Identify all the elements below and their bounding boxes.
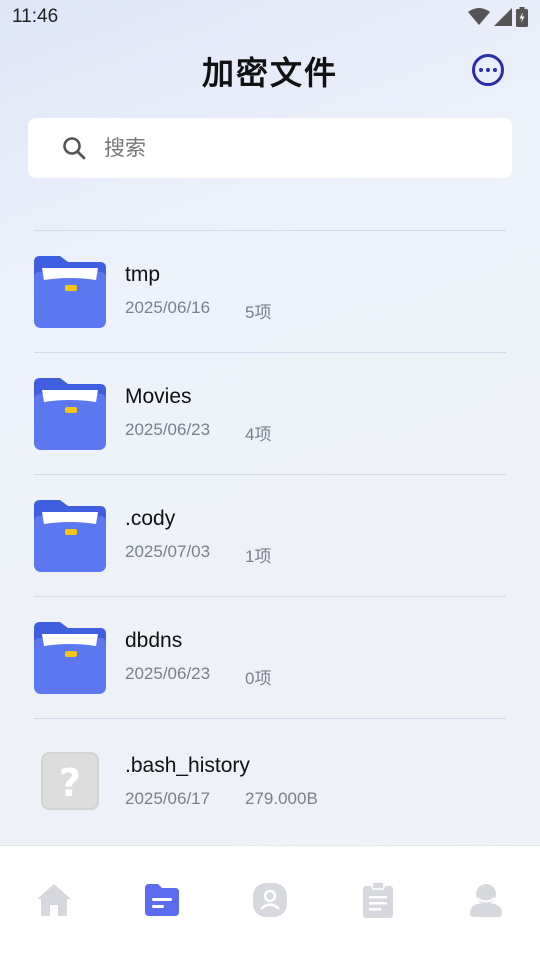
file-name: dbdns	[125, 629, 183, 652]
file-name: tmp	[125, 263, 161, 286]
home-icon	[37, 884, 71, 916]
wifi-icon	[468, 8, 490, 25]
more-dot	[479, 68, 483, 72]
file-date: 2025/06/23	[125, 420, 211, 439]
file-details: 2025/07/03 1项	[125, 542, 271, 567]
file-details: 2025/06/16 5项	[125, 298, 271, 323]
folder-icon	[34, 255, 106, 328]
file-info: 0项	[245, 669, 272, 688]
status-bar: 11:46	[0, 0, 540, 34]
file-row-tmp[interactable]: tmp 2025/06/16 5项	[34, 230, 506, 352]
file-meta: .cody 2025/07/03 1项	[125, 504, 271, 567]
nav-profile[interactable]	[456, 880, 516, 920]
nav-contacts[interactable]	[240, 880, 300, 920]
file-details: 2025/06/17 279.000B	[125, 789, 318, 809]
contacts-icon	[253, 883, 287, 917]
file-name: Movies	[125, 385, 192, 408]
unknown-file-icon: ?	[34, 744, 106, 816]
file-name: .bash_history	[125, 753, 250, 777]
search-icon	[63, 137, 86, 160]
bottom-nav	[0, 845, 540, 960]
battery-icon	[516, 7, 528, 27]
file-info: 5项	[245, 303, 272, 322]
more-dot	[486, 68, 490, 72]
file-info: 1项	[245, 547, 272, 566]
file-meta: .bash_history 2025/06/17 279.000B	[125, 751, 318, 809]
folder-icon	[34, 621, 106, 694]
search-bar[interactable]	[28, 118, 512, 178]
file-date: 2025/07/03	[125, 542, 211, 561]
file-meta: Movies 2025/06/23 4项	[125, 382, 271, 445]
file-date: 2025/06/17	[125, 788, 211, 808]
file-meta: tmp 2025/06/16 5项	[125, 260, 271, 323]
svg-text:?: ?	[59, 761, 81, 805]
header: 加密文件	[0, 44, 540, 98]
file-list: tmp 2025/06/16 5项 Movies 2025/06/23 4项 .…	[34, 230, 506, 840]
search-input[interactable]	[104, 136, 484, 160]
nav-files[interactable]	[132, 880, 192, 920]
status-icons	[468, 7, 528, 27]
file-date: 2025/06/16	[125, 298, 211, 317]
file-row-bash-history[interactable]: ? .bash_history 2025/06/17 279.000B	[34, 718, 506, 840]
files-icon	[145, 884, 179, 916]
file-details: 2025/06/23 0项	[125, 664, 271, 689]
folder-icon	[34, 377, 106, 450]
more-options-icon[interactable]	[472, 54, 504, 86]
file-row-cody[interactable]: .cody 2025/07/03 1项	[34, 474, 506, 596]
page-title: 加密文件	[201, 54, 338, 92]
file-meta: dbdns 2025/06/23 0项	[125, 626, 271, 689]
more-dot	[493, 68, 497, 72]
file-name: .cody	[125, 507, 176, 530]
profile-icon	[470, 884, 502, 917]
status-time: 11:46	[12, 6, 59, 27]
file-info: 279.000B	[245, 788, 318, 808]
file-row-dbdns[interactable]: dbdns 2025/06/23 0项	[34, 596, 506, 718]
file-info: 4项	[245, 425, 272, 444]
folder-icon	[34, 499, 106, 572]
file-details: 2025/06/23 4项	[125, 420, 271, 445]
file-row-movies[interactable]: Movies 2025/06/23 4项	[34, 352, 506, 474]
nav-clipboard[interactable]	[348, 880, 408, 920]
file-date: 2025/06/23	[125, 664, 211, 683]
nav-home[interactable]	[24, 880, 84, 920]
signal-icon	[494, 8, 512, 26]
clipboard-icon	[363, 882, 393, 918]
